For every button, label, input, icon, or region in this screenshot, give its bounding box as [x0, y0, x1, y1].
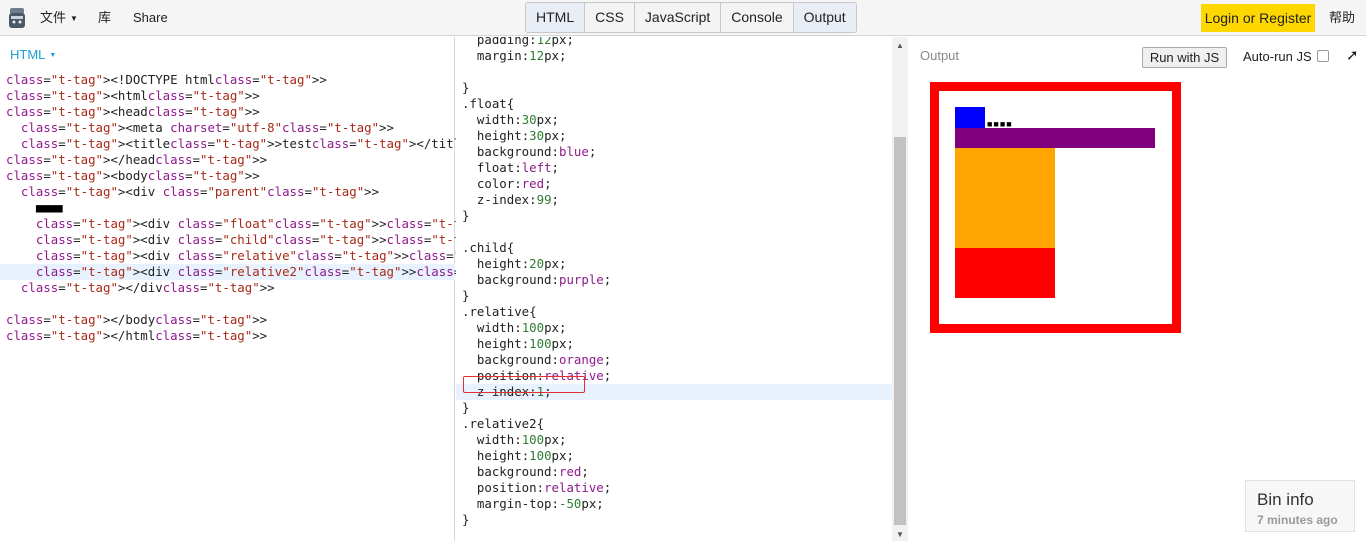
preview-relative-box [955, 148, 1055, 248]
html-code-line[interactable]: ■■■■ [0, 200, 455, 216]
html-code-line[interactable]: class="t-tag"></bodyclass="t-tag">> [0, 312, 455, 328]
help-menu[interactable]: 帮助 [1329, 0, 1355, 36]
html-code-line[interactable]: class="t-tag"><div class="relative2"clas… [0, 264, 670, 280]
tab-javascript[interactable]: JavaScript [634, 3, 722, 32]
css-code-line[interactable]: height:30px; [456, 128, 892, 144]
css-code-line[interactable]: } [456, 400, 892, 416]
html-code-line[interactable]: class="t-tag"><headclass="t-tag">> [0, 104, 455, 120]
output-panel: Output Run with JS Auto-run JS ➚ ■■■■ Bi… [909, 37, 1366, 541]
css-code-line[interactable]: } [456, 80, 892, 96]
html-code[interactable]: class="t-tag"><!DOCTYPE htmlclass="t-tag… [0, 72, 670, 344]
tab-css[interactable]: CSS [585, 3, 635, 32]
css-code-line[interactable]: } [456, 512, 892, 528]
html-code-line[interactable]: class="t-tag"><div class="parent"class="… [0, 184, 455, 200]
bin-info-box[interactable]: Bin info 7 minutes ago [1245, 480, 1355, 532]
chevron-down-icon: ▼ [49, 52, 57, 59]
login-register-button[interactable]: Login or Register [1201, 4, 1315, 32]
css-code-line[interactable]: position:relative; [456, 480, 892, 496]
html-code-line[interactable]: class="t-tag"></htmlclass="t-tag">> [0, 328, 455, 344]
tab-output[interactable]: Output [793, 3, 856, 32]
html-code-line[interactable]: class="t-tag"></headclass="t-tag">> [0, 152, 455, 168]
css-code-line[interactable]: z-index:1; [456, 384, 892, 400]
scrollbar-thumb[interactable] [894, 137, 906, 525]
css-code-line[interactable]: float:left; [456, 160, 892, 176]
autorun-label: Auto-run JS [1243, 49, 1312, 64]
share-menu[interactable]: Share [133, 0, 168, 36]
css-code-line[interactable]: .relative{ [456, 304, 892, 320]
file-menu[interactable]: 文件 ▼ [40, 0, 78, 36]
library-menu[interactable]: 库 [98, 0, 111, 36]
bin-info-title: Bin info [1257, 490, 1314, 509]
jsbin-logo-icon[interactable] [8, 6, 26, 30]
css-code-line[interactable]: width:30px; [456, 112, 892, 128]
html-code-line[interactable]: class="t-tag"><div class="float"class="t… [0, 216, 640, 232]
preview-parent-box: ■■■■ [930, 82, 1181, 333]
html-editor-panel[interactable]: HTML ▼ class="t-tag"><!DOCTYPE htmlclass=… [0, 37, 670, 541]
html-code-line[interactable]: class="t-tag"><htmlclass="t-tag">> [0, 88, 455, 104]
html-code-line[interactable]: class="t-tag"><bodyclass="t-tag">> [0, 168, 455, 184]
css-code-line[interactable]: } [456, 288, 892, 304]
panel-tabs: HTML CSS JavaScript Console Output [525, 2, 857, 33]
css-code-line[interactable]: background:red; [456, 464, 892, 480]
html-code-line[interactable]: class="t-tag"><div class="child"class="t… [0, 232, 640, 248]
scroll-up-arrow-icon[interactable]: ▲ [896, 41, 904, 50]
css-code-line[interactable]: color:red; [456, 176, 892, 192]
html-panel-selector[interactable]: HTML ▼ [10, 47, 56, 62]
css-code-line[interactable]: width:100px; [456, 320, 892, 336]
output-title: Output [920, 48, 960, 63]
css-code-line[interactable]: margin:12px; [456, 48, 892, 64]
css-code-line[interactable]: .relative2{ [456, 416, 892, 432]
tab-console[interactable]: Console [721, 3, 794, 32]
scroll-down-arrow-icon[interactable]: ▼ [896, 530, 904, 539]
preview-relative2-box [955, 248, 1055, 298]
top-bar: 文件 ▼ 库 Share HTML CSS JavaScript Console … [0, 0, 1366, 36]
html-code-line[interactable] [0, 296, 455, 312]
css-code-line[interactable]: z-index:99; [456, 192, 892, 208]
css-code-line[interactable]: .float{ [456, 96, 892, 112]
preview-squares-text: ■■■■ [987, 119, 1013, 129]
css-code-line[interactable]: background:purple; [456, 272, 892, 288]
autorun-checkbox[interactable] [1317, 50, 1329, 62]
css-code-line[interactable] [456, 224, 892, 240]
css-code-line[interactable]: } [456, 208, 892, 224]
css-code-line[interactable]: position:relative; [456, 368, 892, 384]
css-code-line[interactable]: height:100px; [456, 336, 892, 352]
css-code[interactable]: padding:12px; margin:12px;} .float{ width… [456, 37, 892, 528]
popout-arrow-icon[interactable]: ➚ [1346, 46, 1359, 64]
file-menu-label: 文件 [40, 10, 67, 25]
html-panel-label: HTML [10, 47, 46, 62]
css-code-line[interactable]: margin-top:-50px; [456, 496, 892, 512]
chevron-down-icon: ▼ [70, 14, 78, 23]
css-code-line[interactable]: .child{ [456, 240, 892, 256]
html-code-line[interactable]: class="t-tag"><div class="relative"class… [0, 248, 663, 264]
run-with-js-button[interactable]: Run with JS [1142, 47, 1227, 68]
bin-info-time: 7 minutes ago [1257, 513, 1338, 527]
html-code-line[interactable]: class="t-tag"></divclass="t-tag">> [0, 280, 455, 296]
css-editor-panel[interactable]: padding:12px; margin:12px;} .float{ width… [456, 37, 908, 541]
css-code-line[interactable] [456, 64, 892, 80]
preview-child-bar [955, 128, 1155, 148]
css-scrollbar[interactable]: ▲ ▼ [892, 37, 908, 541]
jsbin-app: 文件 ▼ 库 Share HTML CSS JavaScript Console … [0, 0, 1366, 541]
css-code-line[interactable]: height:100px; [456, 448, 892, 464]
css-code-line[interactable]: background:blue; [456, 144, 892, 160]
html-code-line[interactable]: class="t-tag"><!DOCTYPE htmlclass="t-tag… [0, 72, 455, 88]
html-code-line[interactable]: class="t-tag"><meta charset="utf-8"class… [0, 120, 455, 136]
css-code-line[interactable]: background:orange; [456, 352, 892, 368]
css-code-line[interactable]: padding:12px; [456, 37, 892, 48]
css-code-line[interactable]: height:20px; [456, 256, 892, 272]
html-code-line[interactable]: class="t-tag"><titleclass="t-tag">>testc… [0, 136, 581, 152]
tab-html[interactable]: HTML [526, 3, 586, 32]
css-code-line[interactable]: width:100px; [456, 432, 892, 448]
